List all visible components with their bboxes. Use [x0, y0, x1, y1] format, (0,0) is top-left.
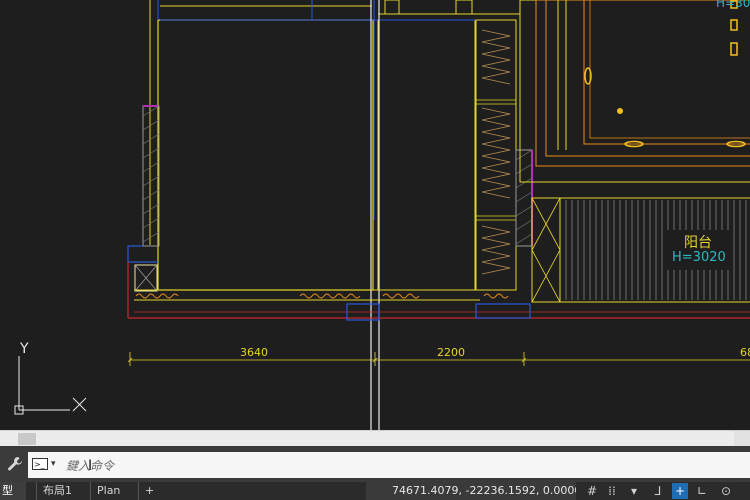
closet-column	[475, 19, 517, 291]
scroll-right-button[interactable]	[734, 431, 750, 447]
floor-plan-drawing	[14, 0, 750, 430]
horizontal-scrollbar[interactable]	[0, 430, 750, 447]
add-layout-button[interactable]: +	[138, 482, 160, 500]
room-label-balcony: 阳台	[684, 235, 712, 251]
status-bar: 型 布局1 Plan + 74671.4079, -22236.1592, 0.…	[0, 482, 750, 500]
polar-icon[interactable]: ∟	[694, 483, 710, 499]
ucs-y-label: Y	[20, 341, 29, 357]
command-input-box[interactable]: >_ ▾ I	[28, 452, 750, 478]
tab-plan[interactable]: Plan	[90, 482, 126, 500]
wall-hatch-left	[142, 105, 160, 247]
tab-model[interactable]: 型	[0, 482, 26, 500]
room-outline-right	[519, 0, 750, 183]
coordinates-readout[interactable]: 74671.4079, -22236.1592, 0.0000	[366, 482, 576, 500]
tab-layout1[interactable]: 布局1	[36, 482, 78, 500]
drawing-canvas[interactable]: 3640 2200 68 阳台 H=3020 H=30 Y	[0, 0, 750, 430]
room-outline-middle	[377, 19, 476, 291]
grid-icon[interactable]: #	[584, 483, 600, 499]
chevron-down-icon[interactable]: ▾	[51, 459, 56, 469]
command-line-bar: >_ ▾ I	[0, 446, 750, 482]
dimension-label-3640: 3640	[240, 346, 268, 359]
infer-icon[interactable]: ⅃	[650, 483, 666, 499]
ortho-icon[interactable]: +	[672, 483, 688, 499]
command-prompt-icon[interactable]: >_	[32, 458, 48, 470]
scrollbar-thumb[interactable]	[18, 433, 36, 445]
dimension-label-2200: 2200	[437, 346, 465, 359]
dimension-label-68: 68	[740, 346, 750, 359]
customize-wrench-icon[interactable]	[4, 452, 26, 476]
dropdown-icon[interactable]: ▾	[626, 483, 642, 499]
ucs-icon	[14, 356, 87, 415]
text-cursor-icon: I	[88, 458, 93, 474]
osnap-icon[interactable]: ⊙	[718, 483, 734, 499]
command-input[interactable]	[64, 455, 728, 477]
snap-icon[interactable]: ⁞⁞	[604, 483, 620, 499]
room-height-label: H=3020	[672, 250, 726, 265]
top-right-height-label: H=30	[716, 0, 750, 10]
room-outline-left	[157, 19, 374, 291]
